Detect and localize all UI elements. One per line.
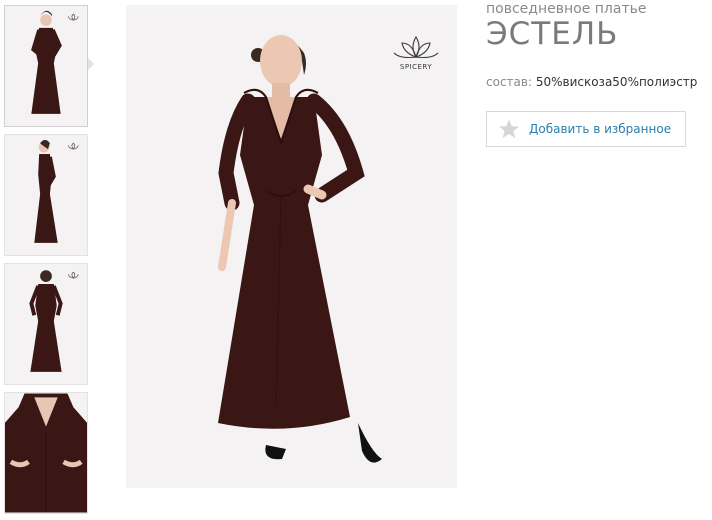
thumbnail-side[interactable] <box>4 134 88 256</box>
thumbnail-gallery <box>0 0 96 520</box>
add-to-favorites-button[interactable]: Добавить в избранное <box>486 111 686 147</box>
thumbnail-back[interactable] <box>4 263 88 385</box>
product-title: ЭСТЕЛЬ <box>486 16 619 52</box>
star-icon <box>498 119 520 139</box>
active-thumbnail-pointer <box>88 58 94 70</box>
main-product-photo[interactable]: SPICERY <box>126 5 457 488</box>
thumbnail-front[interactable] <box>4 5 88 127</box>
thumbnail-detail[interactable] <box>4 392 88 514</box>
product-subtitle: повседневное платье <box>486 1 647 17</box>
product-composition: состав: 50%вискоза50%полиэстр <box>486 75 697 89</box>
composition-value: 50%вискоза50%полиэстр <box>535 75 698 89</box>
add-to-favorites-label: Добавить в избранное <box>529 122 672 136</box>
brand-logo-text: SPICERY <box>400 63 432 71</box>
composition-label: состав: <box>486 75 532 89</box>
